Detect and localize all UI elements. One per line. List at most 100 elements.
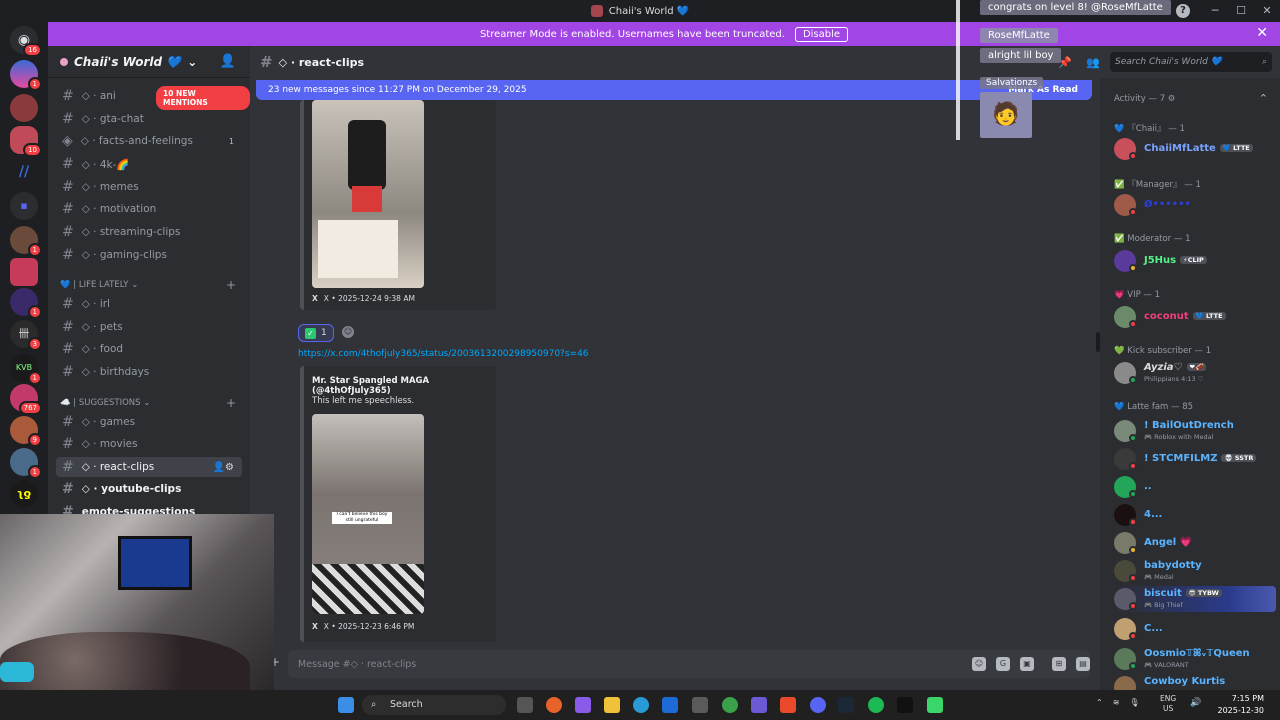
tiktok-icon[interactable] xyxy=(897,697,913,713)
steam-icon[interactable] xyxy=(838,697,854,713)
server-icon-8[interactable]: 9 xyxy=(10,416,42,447)
close-window-icon[interactable]: ✕ xyxy=(1254,0,1280,22)
forum-icon: ◈ xyxy=(62,133,73,149)
category-suggestions[interactable]: ☁️ | SUGGESTIONS ⌄ + xyxy=(60,396,240,410)
discord-taskbar-icon[interactable] xyxy=(810,697,826,713)
ch-food[interactable]: # ◇ · food xyxy=(56,339,242,359)
member-item[interactable]: .. xyxy=(1114,474,1276,500)
server-icon-1[interactable]: 1 xyxy=(10,60,42,91)
member-item[interactable]: biscuit 😎 TYBW 🎮 Big Thief xyxy=(1114,586,1276,612)
app-icon-3[interactable] xyxy=(927,697,943,713)
language-indicator[interactable]: ENG US xyxy=(1160,694,1176,714)
server-icon-9[interactable]: 1 xyxy=(10,448,42,479)
spotify-icon[interactable] xyxy=(868,697,884,713)
server-icon-10[interactable]: ʅƍ xyxy=(10,480,38,508)
member-item[interactable]: ChaiiMfLatte 💙 LTTE xyxy=(1114,136,1276,162)
invite-people-icon[interactable]: 👤 xyxy=(220,54,236,69)
ch-youtube-clips[interactable]: # ◇ · youtube-clips xyxy=(56,479,242,499)
brave-icon[interactable] xyxy=(546,697,562,713)
member-item[interactable]: Ayzia♡ ❤🏈 Philippians 4:13 ♡ xyxy=(1114,360,1276,386)
member-item[interactable]: Oosmio𝕋ꕤᵥ𝕋Queen 🎮 VALORANT xyxy=(1114,646,1276,672)
embed-author[interactable]: Mr. Star Spangled MAGA (@4thOfJuly365) xyxy=(312,376,496,396)
ch-games[interactable]: # ◇ · games xyxy=(56,412,242,432)
ch-gta-chat[interactable]: # ◇ · gta-chat xyxy=(56,109,242,129)
folder-icon[interactable]: ▪ xyxy=(10,192,38,220)
server-icon-6[interactable]: 卌3 xyxy=(10,320,42,351)
reaction-checkmark[interactable]: ✓ 1 xyxy=(298,324,334,342)
add-reaction-icon[interactable]: ☺ xyxy=(342,326,354,338)
member-item[interactable]: Cowboy Kurtis xyxy=(1114,674,1276,690)
video-thumbnail[interactable]: I can't believe this boy still ungratefu… xyxy=(312,414,424,614)
edge-icon[interactable] xyxy=(633,697,649,713)
ch-4k[interactable]: # ◇ · 4k-🌈 xyxy=(56,154,242,174)
ch-irl[interactable]: # ◇ · irl xyxy=(56,294,242,314)
message-composer[interactable]: Message #◇ · react-clips ☺ G ▣ ⊞ ▤ xyxy=(288,650,1090,678)
disable-streamer-mode-button[interactable]: Disable xyxy=(794,26,849,42)
add-channel-icon[interactable]: + xyxy=(226,396,236,410)
message-input[interactable]: Message #◇ · react-clips xyxy=(298,659,416,670)
new-messages-bar[interactable]: 23 new messages since 11:27 PM on Decemb… xyxy=(256,80,1092,100)
server-icon-3[interactable]: 1 xyxy=(10,226,42,257)
category-life-lately[interactable]: 💙 | LIFE LATELY ⌄ + xyxy=(60,278,240,292)
member-item[interactable]: coconut 💙 LTTE xyxy=(1114,304,1276,330)
minimize-icon[interactable]: ─ xyxy=(1202,0,1228,22)
message-link[interactable]: https://x.com/4thofjuly365/status/200361… xyxy=(298,349,589,359)
help-icon[interactable]: ? xyxy=(1176,4,1190,18)
channel-settings-icon[interactable]: 👤⚙ xyxy=(213,462,234,473)
member-item[interactable]: C... xyxy=(1114,616,1276,642)
member-item[interactable]: J5Hus ⚡CLIP xyxy=(1114,248,1276,274)
member-item[interactable]: 4... xyxy=(1114,502,1276,528)
ch-motivation[interactable]: # ◇ · motivation xyxy=(56,199,242,219)
copilot-icon[interactable] xyxy=(575,697,591,713)
activities-icon[interactable]: ▤ xyxy=(1076,657,1090,671)
ch-movies[interactable]: # ◇ · movies xyxy=(56,434,242,454)
system-tray[interactable]: ⌃ ≋ 🎙 xyxy=(1096,698,1140,707)
apps-icon[interactable]: ⊞ xyxy=(1052,657,1066,671)
server-header[interactable]: Chaii's World 💙 ⌄ 👤 xyxy=(48,46,250,78)
ch-pets[interactable]: # ◇ · pets xyxy=(56,317,242,337)
maximize-icon[interactable]: ☐ xyxy=(1228,0,1254,22)
new-mentions-badge[interactable]: 10 NEW MENTIONS xyxy=(156,86,250,110)
ch-birthdays[interactable]: # ◇ · birthdays xyxy=(56,362,242,382)
chrome-icon[interactable] xyxy=(722,697,738,713)
gif-icon[interactable]: G xyxy=(996,657,1010,671)
member-item[interactable]: babydotty 🎮 Medal xyxy=(1114,558,1276,584)
emoji-icon[interactable]: ☺ xyxy=(972,657,986,671)
server-icon-7[interactable]: 767 xyxy=(10,384,42,415)
app-icon-2[interactable] xyxy=(780,697,796,713)
teams-icon[interactable] xyxy=(751,697,767,713)
file-explorer-icon[interactable] xyxy=(604,697,620,713)
activity-header[interactable]: Activity — 7 ⚙ xyxy=(1114,94,1175,104)
ch-facts-and-feelings[interactable]: ◈ ◇ · facts-and-feelings 1 xyxy=(56,131,242,151)
server-icon-chaii[interactable]: 10 xyxy=(10,126,42,157)
clock[interactable]: 7:15 PM 2025-12-30 xyxy=(1218,693,1265,717)
server-icon-2[interactable] xyxy=(10,94,38,122)
ch-streaming-clips[interactable]: # ◇ · streaming-clips xyxy=(56,222,242,242)
video-thumbnail[interactable] xyxy=(312,100,424,288)
collapse-icon[interactable]: ⌃ xyxy=(1259,92,1268,105)
windows-start-icon[interactable] xyxy=(338,697,354,713)
speaker-icon[interactable]: 🔊 xyxy=(1190,698,1201,708)
search-input[interactable]: Search Chaii's World 💙 ⌕ xyxy=(1110,52,1272,72)
server-icon-5[interactable]: 1 xyxy=(10,288,42,319)
server-icon-kvb[interactable]: KVB 1 xyxy=(10,354,42,385)
task-view-icon[interactable] xyxy=(517,697,533,713)
overlay-avatar-icon: 🧑 xyxy=(980,92,1032,138)
discord-home-icon[interactable]: ◉ 16 xyxy=(10,26,42,57)
sticker-icon[interactable]: ▣ xyxy=(1020,657,1034,671)
server-icon-4[interactable] xyxy=(10,258,38,286)
ch-react-clips[interactable]: # ◇ · react-clips 👤⚙ xyxy=(56,457,242,477)
store-icon[interactable] xyxy=(692,697,708,713)
member-item[interactable]: ! STCMFILMZ 💀 SSTR xyxy=(1114,446,1276,472)
member-list-icon[interactable]: 👥 xyxy=(1086,56,1100,69)
member-item[interactable]: ! BailOutDrench 🎮 Roblox with Medal xyxy=(1114,418,1276,444)
server-icon-slash[interactable]: // xyxy=(10,158,38,186)
close-banner-icon[interactable]: ✕ xyxy=(1256,25,1268,41)
app-icon[interactable] xyxy=(662,697,678,713)
ch-memes[interactable]: # ◇ · memes xyxy=(56,177,242,197)
member-item[interactable]: Ø•••••• xyxy=(1114,192,1276,218)
ch-gaming-clips[interactable]: # ◇ · gaming-clips xyxy=(56,245,242,265)
add-channel-icon[interactable]: + xyxy=(226,278,236,292)
member-item[interactable]: Angel 💗 xyxy=(1114,530,1276,556)
taskbar-search[interactable]: ⌕ Search xyxy=(362,695,506,715)
